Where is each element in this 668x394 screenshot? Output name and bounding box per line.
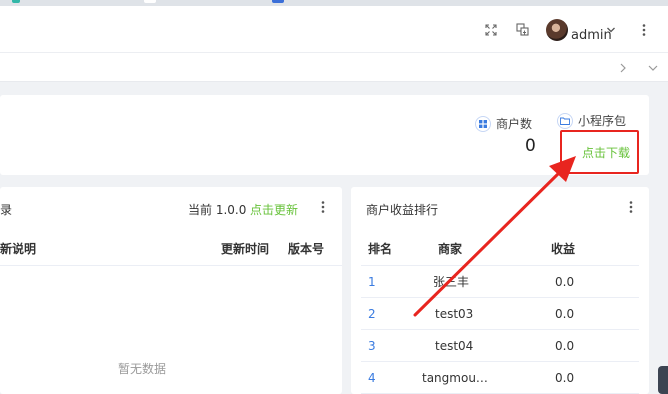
table-row[interactable]: 1 张三丰 0.0 bbox=[361, 266, 639, 298]
browser-tab-indicator[interactable] bbox=[144, 0, 156, 3]
fullscreen-icon[interactable] bbox=[482, 6, 500, 53]
ranking-card-title: 商户收益排行 bbox=[366, 203, 439, 217]
avatar[interactable] bbox=[546, 19, 568, 41]
income-cell: 0.0 bbox=[555, 275, 575, 289]
merchant-cell: tangmou… bbox=[422, 371, 488, 385]
ranking-table: 排名 商家 收益 1 张三丰 0.0 2 test03 0.0 3 test04… bbox=[361, 232, 639, 394]
column-header: 新说明 bbox=[0, 242, 37, 256]
version-card-title: 录 bbox=[0, 203, 13, 217]
browser-tab-indicator[interactable] bbox=[12, 0, 20, 3]
merchant-cell: test03 bbox=[435, 307, 474, 321]
grid-icon bbox=[475, 115, 491, 132]
table-row[interactable]: 4 tangmou… 0.0 bbox=[361, 362, 639, 394]
column-header: 版本号 bbox=[288, 242, 325, 256]
column-header: 商家 bbox=[438, 242, 463, 256]
folder-icon bbox=[557, 112, 573, 129]
table-row[interactable]: 2 test03 0.0 bbox=[361, 298, 639, 330]
download-label: 点击下载 bbox=[582, 146, 631, 160]
table-row[interactable]: 3 test04 0.0 bbox=[361, 330, 639, 362]
empty-state-text: 暂无数据 bbox=[118, 362, 167, 376]
merchant-count-value: 0 bbox=[525, 136, 536, 156]
chevron-down-icon[interactable] bbox=[606, 24, 616, 38]
language-switch-icon[interactable] bbox=[513, 6, 531, 53]
more-vertical-icon[interactable] bbox=[640, 6, 648, 53]
rank-cell: 1 bbox=[368, 275, 376, 289]
update-link[interactable]: 点击更新 bbox=[250, 201, 298, 218]
miniapp-package-text: 小程序包 bbox=[578, 114, 627, 128]
chevron-right-icon[interactable] bbox=[619, 53, 627, 82]
version-log-card: 录 当前 1.0.0 点击更新 bbox=[0, 187, 342, 394]
merchant-cell: test04 bbox=[435, 339, 474, 353]
table-header-row: 排名 商家 收益 bbox=[361, 232, 639, 266]
rank-cell: 4 bbox=[368, 371, 376, 385]
column-header: 排名 bbox=[368, 242, 393, 256]
more-vertical-icon[interactable] bbox=[629, 200, 633, 217]
stats-card: 商户数 小程序包 0 bbox=[0, 95, 649, 175]
merchant-count-text: 商户数 bbox=[496, 117, 533, 131]
column-header: 收益 bbox=[551, 242, 576, 256]
version-table-header: 新说明 更新时间 版本号 bbox=[0, 232, 342, 266]
income-cell: 0.0 bbox=[555, 307, 575, 321]
rank-cell: 3 bbox=[368, 339, 376, 353]
current-version: 当前 1.0.0 bbox=[188, 203, 247, 217]
more-vertical-icon[interactable] bbox=[321, 200, 325, 217]
browser-tab-indicator[interactable] bbox=[272, 0, 284, 3]
rank-cell: 2 bbox=[368, 307, 376, 321]
merchant-count-label: 商户数 bbox=[475, 115, 532, 132]
merchant-cell: 张三丰 bbox=[433, 275, 470, 289]
download-button[interactable]: 点击下载 bbox=[560, 130, 639, 174]
column-header: 更新时间 bbox=[221, 242, 270, 256]
income-cell: 0.0 bbox=[555, 371, 575, 385]
scrollbar-thumb[interactable] bbox=[658, 366, 668, 394]
top-header: admin bbox=[0, 6, 668, 53]
miniapp-package-label: 小程序包 bbox=[557, 112, 626, 129]
tags-bar bbox=[0, 53, 668, 82]
chevron-down-icon[interactable] bbox=[648, 53, 658, 82]
income-cell: 0.0 bbox=[555, 339, 575, 353]
